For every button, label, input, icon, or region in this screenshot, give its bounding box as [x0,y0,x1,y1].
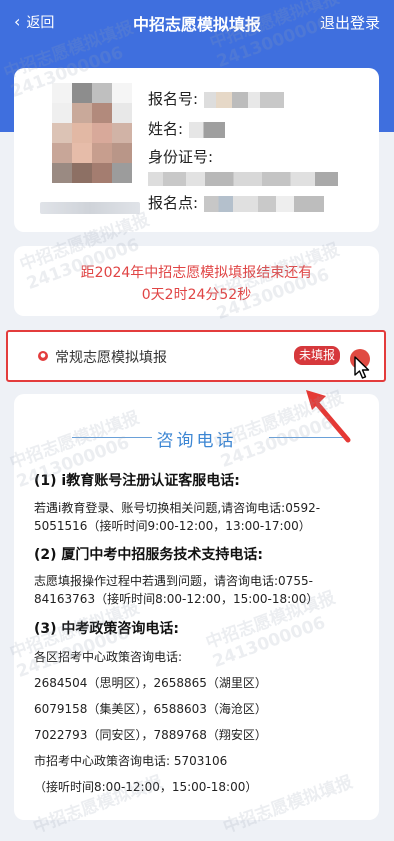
avatar-caption-blurred [40,202,140,214]
hot-icon: ● [38,351,48,361]
section-2-text: 志愿填报操作过程中若遇到问题，请咨询电话:0755-84163763（接听时间8… [34,574,319,606]
id-number-row: 身份证号: [148,146,213,167]
section-3-line: 6079158（集美区），6588603（海沧区） [34,702,267,716]
reg-no-label: 报名号: [148,90,199,108]
section-3-line: 2684504（思明区），2658865（湖里区） [34,676,267,690]
profile-card: 报名号: 姓名: 身份证号: 报名点: [14,68,379,232]
section-2-heading: (2) 厦门中考中招服务技术支持电话: [34,547,264,563]
logout-button[interactable]: 退出登录 [320,12,380,33]
name-value-blurred [189,121,226,138]
section-1-text: 若遇i教育登录、账号切换相关问题,请咨询电话:0592-5051516（接听时间… [34,501,321,533]
regular-volunteer-fill-item[interactable]: ● 常规志愿模拟填报 未填报 [6,330,386,382]
site-row: 报名点: [148,192,325,213]
id-value-blurred [148,172,338,186]
section-3-line: （接听时间8:00-12:00，15:00-18:00） [34,780,258,794]
site-value-blurred [204,195,325,212]
registration-number-row: 报名号: [148,88,285,109]
section-3-line: 各区招考中心政策咨询电话: [34,650,183,664]
id-label: 身份证号: [148,148,214,166]
fill-item-label: 常规志愿模拟填报 [55,350,167,366]
status-badge: 未填报 [294,346,341,365]
name-label: 姓名: [148,120,184,138]
reg-no-value-blurred [204,91,285,108]
name-row: 姓名: [148,118,226,139]
mouse-cursor-icon [354,356,370,379]
annotation-arrow-icon [306,390,351,443]
countdown-timer: 0天2时24分52秒 [141,287,252,303]
countdown-caption: 距2024年中招志愿模拟填报结束还有 [80,265,313,281]
section-3-heading: (3) 中考政策咨询电话: [34,621,180,637]
section-3-line: 市招考中心政策咨询电话: 5703106 [34,754,228,768]
contact-card: 咨询电话 (1) i教育账号注册认证客服电话: 若遇i教育登录、账号切换相关问题… [14,394,379,820]
site-label: 报名点: [148,194,199,212]
section-3-line: 7022793（同安区），7889768（翔安区） [34,728,267,742]
section-1-heading: (1) i教育账号注册认证客服电话: [34,473,240,489]
top-bar: ‹ 返回 中招志愿模拟填报 退出登录 [0,0,394,44]
countdown-card: 距2024年中招志愿模拟填报结束还有 0天2时24分52秒 [14,246,379,316]
avatar [52,83,132,183]
